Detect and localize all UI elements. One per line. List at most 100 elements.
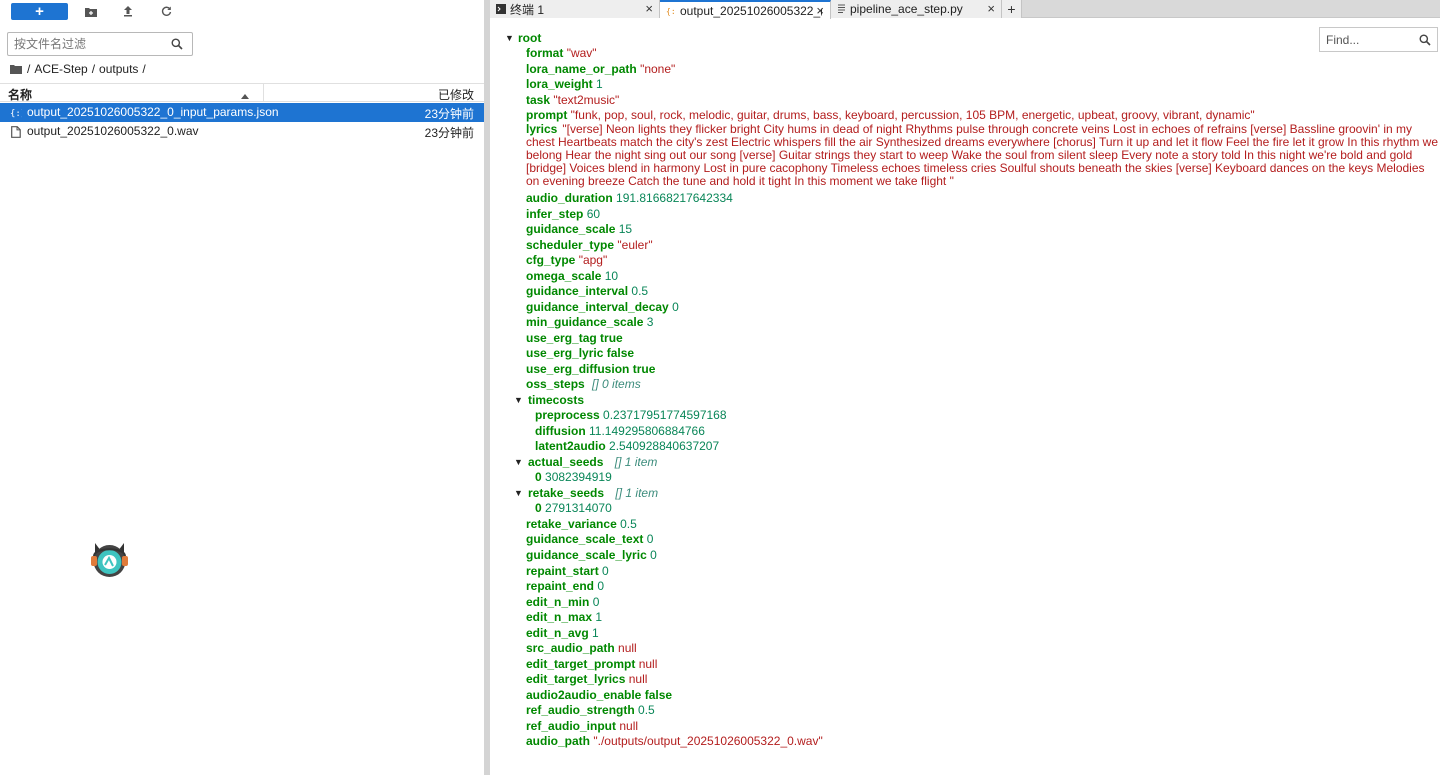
tree-value: false: [606, 346, 635, 360]
tree-key: ref_audio_strength: [526, 703, 635, 717]
svg-text:{:}: {:}: [666, 7, 676, 16]
tab-bar: 终端 1 × {:} output_20251026005322_( × pip…: [490, 0, 1440, 19]
tree-value: 0: [602, 564, 609, 578]
jupyterlab-window: + / ACE-Step / outputs /: [0, 0, 1440, 775]
tree-key: edit_target_prompt: [526, 657, 636, 671]
tree-key: infer_step: [526, 207, 584, 221]
tree-key: lora_name_or_path: [526, 62, 637, 76]
tree-key: guidance_scale_lyric: [526, 548, 647, 562]
file-browser-toolbar: +: [0, 0, 484, 24]
close-icon[interactable]: ×: [816, 3, 824, 18]
breadcrumb: / ACE-Step / outputs /: [10, 61, 150, 77]
breadcrumb-root[interactable]: /: [27, 62, 30, 76]
tree-row: infer_step 60: [526, 207, 600, 221]
tree-key: edit_n_max: [526, 610, 593, 624]
caret-down-icon[interactable]: ▼: [505, 33, 514, 43]
tree-key: actual_seeds: [528, 455, 604, 469]
find-input[interactable]: [1326, 32, 1416, 48]
breadcrumb-separator: /: [142, 62, 146, 76]
tree-row: audio_path "./outputs/output_20251026005…: [526, 734, 823, 748]
close-icon[interactable]: ×: [645, 1, 653, 16]
search-icon[interactable]: [171, 38, 183, 53]
tree-node-retake-seeds[interactable]: ▼ retake_seeds [] 1 item: [514, 486, 658, 500]
tree-row: prompt "funk, pop, soul, rock, melodic, …: [526, 108, 1255, 122]
caret-down-icon[interactable]: ▼: [514, 395, 523, 405]
breadcrumb-outputs[interactable]: outputs: [99, 62, 138, 76]
file-modified: 23分钟前: [424, 107, 474, 121]
tree-value: null: [628, 672, 648, 686]
file-filter-input[interactable]: [14, 36, 164, 52]
tree-key: lora_weight: [526, 77, 593, 91]
tree-row: 0 2791314070: [535, 501, 612, 515]
tree-value: 0.5: [638, 703, 655, 717]
upload-icon[interactable]: [119, 3, 137, 20]
tree-value: 2.540928840637207: [609, 439, 720, 453]
tree-row: min_guidance_scale 3: [526, 315, 653, 329]
add-tab-button[interactable]: +: [1002, 0, 1022, 18]
tree-key: preprocess: [535, 408, 600, 422]
tree-value: 191.81668217642334: [616, 191, 733, 205]
terminal-icon: [496, 4, 506, 14]
tree-row: guidance_interval_decay 0: [526, 300, 679, 314]
column-divider[interactable]: [263, 84, 264, 102]
tree-value: false: [644, 688, 673, 702]
tree-row: omega_scale 10: [526, 269, 618, 283]
tree-row: diffusion 11.149295806884766: [535, 424, 705, 438]
tree-value: "none": [640, 62, 676, 76]
close-icon[interactable]: ×: [987, 1, 995, 16]
tab-json-output[interactable]: {:} output_20251026005322_( ×: [660, 0, 831, 19]
tree-key: omega_scale: [526, 269, 602, 283]
tree-value: 1: [592, 626, 599, 640]
search-icon[interactable]: [1419, 34, 1431, 49]
tree-row: format "wav": [526, 46, 597, 60]
file-name: output_20251026005322_0_input_params.jso…: [27, 105, 279, 119]
tree-value: 0: [592, 595, 600, 609]
tree-row: use_erg_lyric false: [526, 346, 634, 360]
file-modified: 23分钟前: [424, 126, 474, 140]
tree-key: repaint_end: [526, 579, 595, 593]
tree-row: audio_duration 191.81668217642334: [526, 191, 733, 205]
tree-value: 1: [595, 610, 603, 624]
column-name-header[interactable]: 名称: [8, 86, 32, 103]
tree-node-actual-seeds[interactable]: ▼ actual_seeds [] 1 item: [514, 455, 657, 469]
file-list-header: 名称 已修改: [0, 83, 484, 102]
tree-row: guidance_scale 15: [526, 222, 632, 236]
tree-key: min_guidance_scale: [526, 315, 644, 329]
tree-key: 0: [535, 501, 542, 515]
tree-key: latent2audio: [535, 439, 606, 453]
tree-meta: [] 1 item: [615, 486, 659, 500]
tree-value: null: [638, 657, 658, 671]
tree-key: timecosts: [528, 393, 585, 407]
caret-down-icon[interactable]: ▼: [514, 488, 523, 498]
tree-row: task "text2music": [526, 93, 619, 107]
tree-row: audio2audio_enable false: [526, 688, 672, 702]
file-row[interactable]: output_20251026005322_0.wav 23分钟前: [0, 122, 484, 141]
new-folder-icon[interactable]: [82, 3, 100, 20]
tree-value: 60: [586, 207, 601, 221]
tree-value: 3: [646, 315, 654, 329]
caret-down-icon[interactable]: ▼: [514, 457, 523, 467]
tree-row: repaint_end 0: [526, 579, 604, 593]
tree-value: null: [618, 641, 637, 655]
tree-row: repaint_start 0: [526, 564, 609, 578]
tree-key: 0: [535, 470, 542, 484]
tree-key: cfg_type: [526, 253, 576, 267]
tab-terminal[interactable]: 终端 1 ×: [490, 0, 660, 18]
tree-row: edit_n_avg 1: [526, 626, 599, 640]
folder-icon[interactable]: [10, 64, 22, 74]
tree-node-timecosts[interactable]: ▼ timecosts: [514, 393, 584, 407]
column-modified-header[interactable]: 已修改: [438, 86, 474, 103]
tree-key: guidance_interval_decay: [526, 300, 669, 314]
tree-value: 0: [646, 532, 654, 546]
tree-row: edit_target_lyrics null: [526, 672, 647, 686]
file-row[interactable]: {:} output_20251026005322_0_input_params…: [0, 103, 484, 122]
tree-row: cfg_type "apg": [526, 253, 607, 267]
new-launcher-button[interactable]: +: [11, 3, 68, 20]
tree-node-root[interactable]: ▼ root: [505, 31, 541, 45]
tab-pipeline-file[interactable]: pipeline_ace_step.py ×: [831, 0, 1002, 18]
refresh-icon[interactable]: [157, 3, 175, 20]
breadcrumb-ace-step[interactable]: ACE-Step: [34, 62, 87, 76]
tree-meta: [] 1 item: [614, 455, 658, 469]
sort-ascending-icon[interactable]: [241, 88, 249, 102]
tree-row: lora_weight 1: [526, 77, 603, 91]
